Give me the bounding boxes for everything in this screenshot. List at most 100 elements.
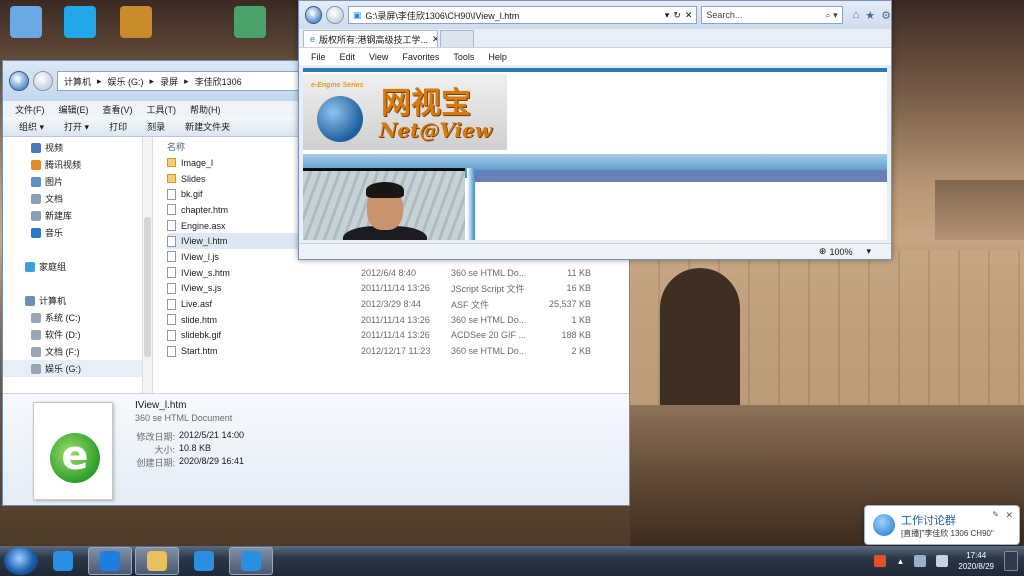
taskbar-button[interactable] bbox=[41, 547, 85, 575]
nav-item[interactable]: 腾讯视频 bbox=[3, 156, 152, 173]
search-icon[interactable]: ⌕ ▾ bbox=[826, 10, 838, 21]
nav-item[interactable]: 娱乐 (G:) bbox=[3, 360, 152, 377]
toolbar-button[interactable]: 刻录 bbox=[147, 120, 165, 133]
nav-item-icon bbox=[31, 346, 41, 357]
toolbar-button[interactable]: 新建文件夹 bbox=[185, 120, 230, 133]
notification-popup[interactable]: 工作讨论群 [直播]"李佳欣 1306 CH90" ✎ ✕ bbox=[864, 505, 1020, 545]
table-row[interactable]: slide.htm 2011/11/14 13:26 360 se HTML Do.… bbox=[167, 312, 629, 328]
nav-item[interactable]: 图片 bbox=[3, 173, 152, 190]
back-button[interactable]: ‹ bbox=[9, 71, 29, 91]
volume-icon[interactable] bbox=[936, 555, 949, 567]
page-band-secondary bbox=[475, 170, 887, 182]
file-name: slidebk.gif bbox=[181, 330, 222, 341]
zoom-level[interactable]: 100% bbox=[829, 247, 852, 257]
nav-item-label: 图片 bbox=[45, 177, 64, 187]
home-icon[interactable]: ⌂ bbox=[853, 9, 860, 22]
tray-expand-icon[interactable]: ▲ bbox=[896, 557, 904, 566]
file-type: 360 se HTML Do... bbox=[451, 346, 527, 357]
file-name-cell: IView_s.htm bbox=[167, 267, 361, 279]
taskbar-button[interactable] bbox=[229, 547, 273, 575]
tab-current[interactable]: e 版权所有:港钢高级技工学... ✕ bbox=[303, 30, 438, 47]
nav-item-label: 软件 (D:) bbox=[45, 330, 81, 340]
nav-item[interactable]: 文档 bbox=[3, 190, 152, 207]
nav-item bbox=[3, 275, 152, 292]
taskbar-button[interactable] bbox=[135, 547, 179, 575]
menu-item[interactable]: 编辑(E) bbox=[59, 103, 89, 116]
video-player-icon[interactable] bbox=[56, 6, 104, 38]
toolbar-button[interactable]: 组织 ▾ bbox=[19, 120, 44, 133]
sogou-icon[interactable] bbox=[874, 555, 887, 567]
browser-menu-item[interactable]: Help bbox=[488, 52, 507, 62]
page-top-bar bbox=[303, 68, 887, 72]
show-desktop-button[interactable] bbox=[1004, 551, 1018, 571]
nav-item[interactable]: 视频 bbox=[3, 139, 152, 156]
refresh-icon[interactable]: ↻ bbox=[673, 10, 681, 21]
ie-window-icon bbox=[241, 551, 261, 571]
close-icon[interactable]: ✕ bbox=[685, 10, 693, 21]
nav-item[interactable]: 家庭组 bbox=[3, 258, 152, 275]
menu-item[interactable]: 帮助(H) bbox=[190, 103, 221, 116]
browser-menu-item[interactable]: Tools bbox=[453, 52, 474, 62]
computer-icon[interactable] bbox=[2, 6, 50, 38]
table-row[interactable]: IView_s.htm 2012/6/4 8:40 360 se HTML Do..… bbox=[167, 265, 629, 281]
nav-item[interactable]: 计算机 bbox=[3, 292, 152, 309]
file-icon bbox=[167, 188, 176, 200]
menu-item[interactable]: 工具(T) bbox=[147, 103, 177, 116]
nav-item[interactable]: 软件 (D:) bbox=[3, 326, 152, 343]
folder-icon bbox=[167, 174, 176, 184]
search-dropdown-icon[interactable]: ▾ bbox=[665, 10, 670, 21]
file-name-cell: IView_s.js bbox=[167, 282, 361, 294]
archive-icon[interactable] bbox=[112, 6, 160, 38]
breadcrumb-item[interactable]: 娱乐 (G:) bbox=[108, 75, 144, 88]
nav-scrollbar[interactable] bbox=[142, 137, 152, 393]
zoom-dropdown-icon[interactable]: ▾ bbox=[866, 246, 871, 257]
table-row[interactable]: IView_s.js 2011/11/14 13:26 JScript Script… bbox=[167, 281, 629, 297]
table-row[interactable]: Start.htm 2012/12/17 11:23 360 se HTML Do.… bbox=[167, 343, 629, 359]
table-row[interactable]: slidebk.gif 2011/11/14 13:26 ACDSee 20 GIF… bbox=[167, 328, 629, 344]
nav-item[interactable]: 文档 (F:) bbox=[3, 343, 152, 360]
breadcrumb-item[interactable]: 录屏 bbox=[160, 75, 178, 88]
browser-menu-item[interactable]: Edit bbox=[340, 52, 356, 62]
pin-icon[interactable]: ✎ bbox=[992, 510, 999, 519]
taskbar-button[interactable] bbox=[182, 547, 226, 575]
new-tab-button[interactable] bbox=[440, 30, 474, 47]
toolbar-button[interactable]: 打开 ▾ bbox=[64, 120, 89, 133]
detail-value: 2012/5/21 14:00 bbox=[179, 430, 245, 440]
nav-item-icon bbox=[31, 329, 41, 340]
browser-address-bar[interactable]: ▣ G:\录屏\李佳欣1306\CH90\IView_l.htm ▾ ↻ ✕ bbox=[347, 6, 698, 24]
favorites-icon[interactable]: ★ bbox=[865, 9, 875, 22]
nav-item[interactable]: 新建库 bbox=[3, 207, 152, 224]
wallpaper-pavilion bbox=[935, 180, 1024, 240]
browser-menu-item[interactable]: File bbox=[311, 52, 326, 62]
browser-menu-item[interactable]: Favorites bbox=[402, 52, 439, 62]
nav-item[interactable]: 系统 (C:) bbox=[3, 309, 152, 326]
menu-item[interactable]: 文件(F) bbox=[15, 103, 45, 116]
start-button[interactable] bbox=[4, 547, 38, 575]
file-name: Slides bbox=[181, 173, 206, 184]
browser-menu-item[interactable]: View bbox=[369, 52, 388, 62]
notification-close-icon[interactable]: ✕ bbox=[1005, 510, 1013, 521]
video-player-icon-glyph bbox=[64, 6, 96, 38]
browser-back-button[interactable]: ‹ bbox=[305, 6, 323, 24]
forward-button[interactable]: › bbox=[33, 71, 53, 91]
tab-close-icon[interactable]: ✕ bbox=[432, 34, 437, 45]
breadcrumb-item[interactable]: 计算机 bbox=[64, 75, 91, 88]
explorer-address-bar[interactable]: 计算机 ▸ 娱乐 (G:) ▸ 录屏 ▸ 李佳欣1306 bbox=[57, 71, 329, 91]
toolbar-button[interactable]: 打印 bbox=[109, 120, 127, 133]
browser-forward-button[interactable]: › bbox=[326, 6, 344, 24]
browser-window[interactable]: ‹ › ▣ G:\录屏\李佳欣1306\CH90\IView_l.htm ▾ ↻… bbox=[298, 0, 892, 260]
app-launcher-icon[interactable] bbox=[226, 6, 274, 38]
taskbar-button[interactable] bbox=[88, 547, 132, 575]
video-player[interactable] bbox=[303, 168, 465, 240]
clock[interactable]: 17:44 2020/8/29 bbox=[958, 550, 994, 572]
browser-search-box[interactable]: Search... ⌕ ▾ bbox=[701, 6, 843, 24]
media-app-icon bbox=[194, 551, 214, 571]
gear-icon[interactable]: ⚙ bbox=[881, 9, 891, 22]
nav-item[interactable]: 音乐 bbox=[3, 224, 152, 241]
network-icon[interactable] bbox=[914, 555, 927, 567]
navigation-pane: 视频 腾讯视频图片文档 新建库 音乐家庭组计算机 系统 (C:) 软件 (D:) 文档 (F… bbox=[3, 137, 153, 393]
table-row[interactable]: Live.asf 2012/3/29 8:44 ASF 文件 25,537 KB bbox=[167, 296, 629, 312]
breadcrumb-item[interactable]: 李佳欣1306 bbox=[195, 75, 242, 88]
detail-key: 修改日期: bbox=[136, 432, 175, 442]
menu-item[interactable]: 查看(V) bbox=[103, 103, 133, 116]
